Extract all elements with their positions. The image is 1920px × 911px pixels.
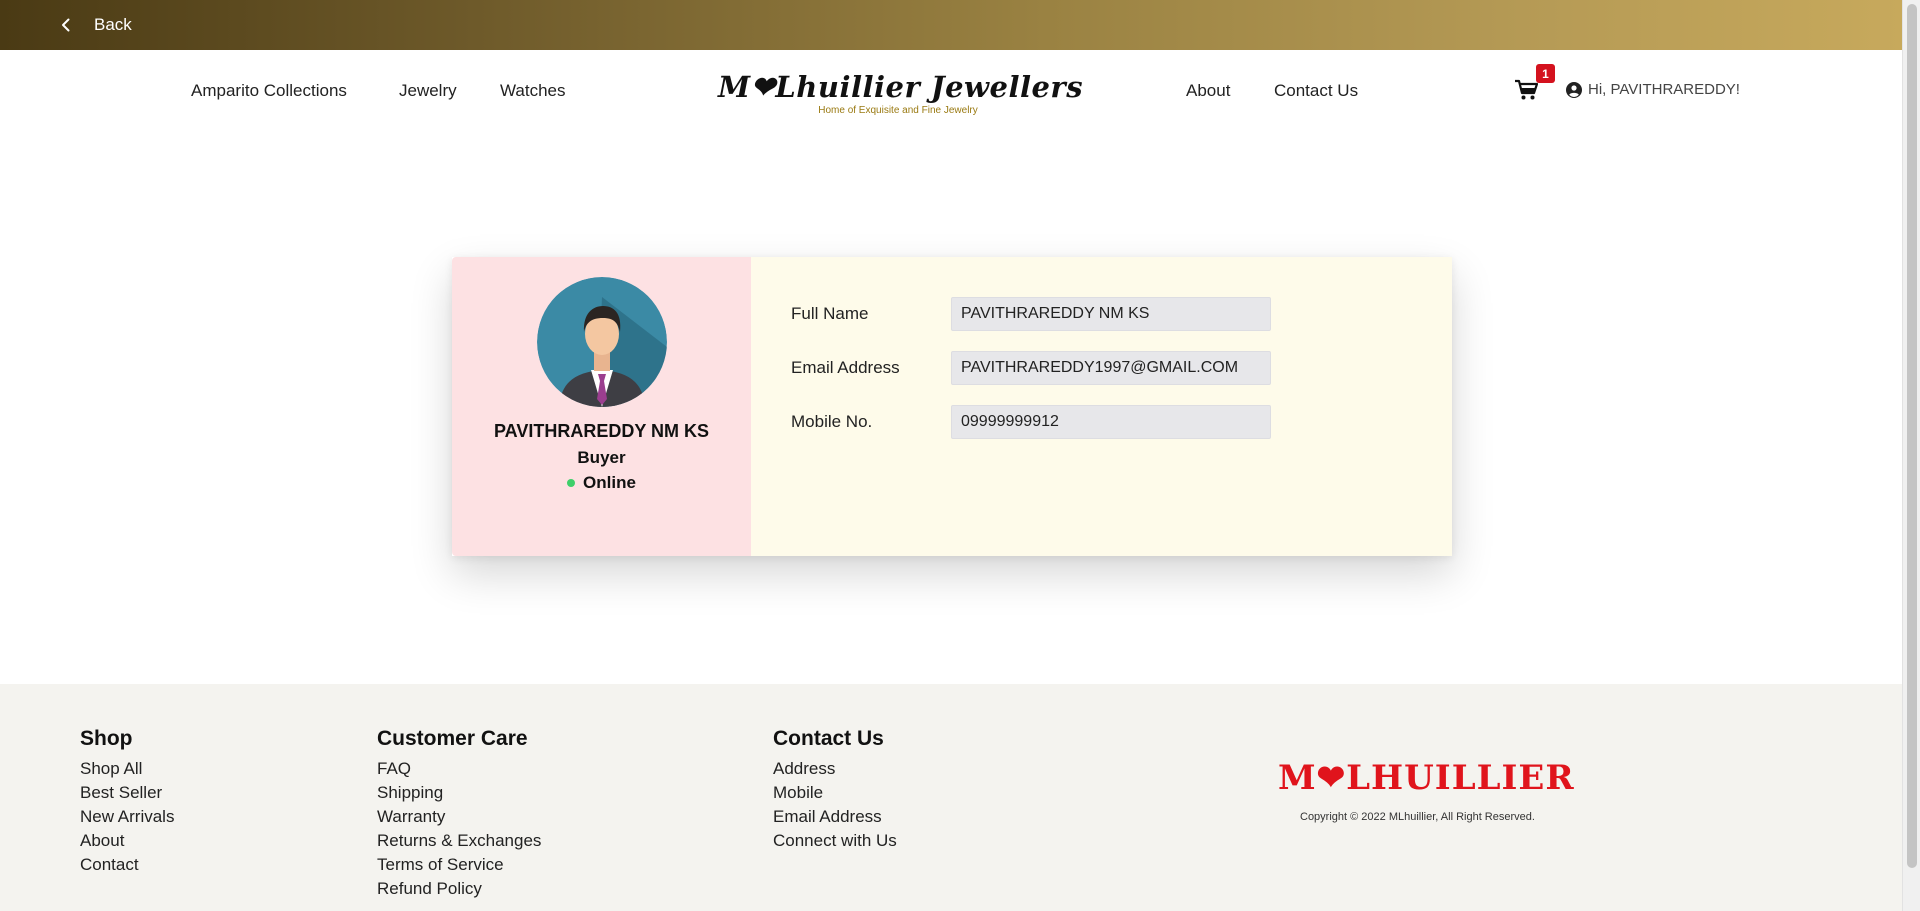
footer-link-address[interactable]: Address bbox=[773, 757, 897, 781]
field-row-email: Email Address PAVITHRAREDDY1997@GMAIL.CO… bbox=[791, 351, 1452, 385]
nav-item-contact-us[interactable]: Contact Us bbox=[1274, 81, 1358, 101]
footer-link-about[interactable]: About bbox=[80, 829, 174, 853]
copyright-text: Copyright © 2022 MLhuillier, All Right R… bbox=[1300, 811, 1535, 823]
footer-brand-logo: M❤LHUILLIER bbox=[1278, 758, 1588, 798]
footer-care-column: Customer Care FAQ Shipping Warranty Retu… bbox=[377, 727, 541, 901]
profile-card: PAVITHRAREDDY NM KS Buyer Online Full Na… bbox=[452, 257, 1452, 556]
footer-link-refund[interactable]: Refund Policy bbox=[377, 877, 541, 901]
footer-shop-title: Shop bbox=[80, 727, 133, 750]
footer-shop-column: Shop Shop All Best Seller New Arrivals A… bbox=[80, 727, 174, 877]
field-row-full-name: Full Name PAVITHRAREDDY NM KS bbox=[791, 297, 1452, 331]
profile-role: Buyer bbox=[577, 448, 626, 467]
field-row-mobile: Mobile No. 09999999912 bbox=[791, 405, 1452, 439]
online-dot-icon bbox=[567, 479, 576, 487]
email-label: Email Address bbox=[791, 358, 900, 377]
mobile-field[interactable]: 09999999912 bbox=[951, 405, 1271, 439]
nav-item-watches[interactable]: Watches bbox=[500, 81, 566, 101]
footer-link-terms[interactable]: Terms of Service bbox=[377, 853, 541, 877]
logo-tagline: Home of Exquisite and Fine Jewelry bbox=[818, 105, 978, 116]
back-label: Back bbox=[94, 15, 132, 34]
top-bar: Back bbox=[0, 0, 1902, 50]
status-label: Online bbox=[583, 473, 636, 492]
full-name-field[interactable]: PAVITHRAREDDY NM KS bbox=[951, 297, 1271, 331]
footer-contact-column: Contact Us Address Mobile Email Address … bbox=[773, 727, 897, 853]
profile-details: Full Name PAVITHRAREDDY NM KS Email Addr… bbox=[751, 257, 1452, 556]
footer-link-connect[interactable]: Connect with Us bbox=[773, 829, 897, 853]
footer-link-new-arrivals[interactable]: New Arrivals bbox=[80, 805, 174, 829]
nav-item-amparito-collections[interactable]: Amparito Collections bbox=[191, 81, 347, 101]
status-indicator: Online bbox=[567, 473, 636, 493]
footer-link-shop-all[interactable]: Shop All bbox=[80, 757, 174, 781]
user-circle-icon bbox=[1566, 81, 1582, 98]
footer-link-email[interactable]: Email Address bbox=[773, 805, 897, 829]
logo-title: M❤Lhuillier Jewellers bbox=[718, 70, 1084, 104]
footer-care-title: Customer Care bbox=[377, 727, 528, 750]
profile-name: PAVITHRAREDDY NM KS bbox=[493, 421, 709, 441]
nav-item-about[interactable]: About bbox=[1186, 81, 1230, 101]
footer-brand-name: M❤LHUILLIER bbox=[1278, 758, 1575, 798]
footer-link-contact[interactable]: Contact bbox=[80, 853, 174, 877]
footer-link-returns[interactable]: Returns & Exchanges bbox=[377, 829, 541, 853]
back-button[interactable]: Back bbox=[56, 15, 132, 35]
footer-link-warranty[interactable]: Warranty bbox=[377, 805, 541, 829]
cart-count-badge: 1 bbox=[1536, 64, 1555, 83]
cart-icon[interactable] bbox=[1514, 79, 1538, 101]
email-field[interactable]: PAVITHRAREDDY1997@GMAIL.COM bbox=[951, 351, 1271, 385]
scrollbar-thumb[interactable] bbox=[1907, 4, 1917, 868]
user-greeting: Hi, PAVITHRAREDDY! bbox=[1588, 81, 1740, 98]
footer: Shop Shop All Best Seller New Arrivals A… bbox=[0, 684, 1902, 911]
site-logo[interactable]: M❤Lhuillier Jewellers Home of Exquisite … bbox=[718, 70, 1084, 120]
full-name-label: Full Name bbox=[791, 304, 869, 323]
footer-link-best-seller[interactable]: Best Seller bbox=[80, 781, 174, 805]
nav-item-jewelry[interactable]: Jewelry bbox=[399, 81, 457, 101]
avatar bbox=[536, 277, 667, 407]
user-menu[interactable]: Hi, PAVITHRAREDDY! bbox=[1566, 81, 1740, 98]
footer-link-faq[interactable]: FAQ bbox=[377, 757, 541, 781]
chevron-left-icon bbox=[62, 18, 70, 32]
footer-contact-title: Contact Us bbox=[773, 727, 884, 750]
profile-summary: PAVITHRAREDDY NM KS Buyer Online bbox=[452, 257, 751, 556]
footer-link-mobile[interactable]: Mobile bbox=[773, 781, 897, 805]
mobile-label: Mobile No. bbox=[791, 412, 873, 431]
page-scrollbar[interactable] bbox=[1902, 0, 1920, 911]
footer-link-shipping[interactable]: Shipping bbox=[377, 781, 541, 805]
user-avatar-icon bbox=[536, 277, 667, 407]
